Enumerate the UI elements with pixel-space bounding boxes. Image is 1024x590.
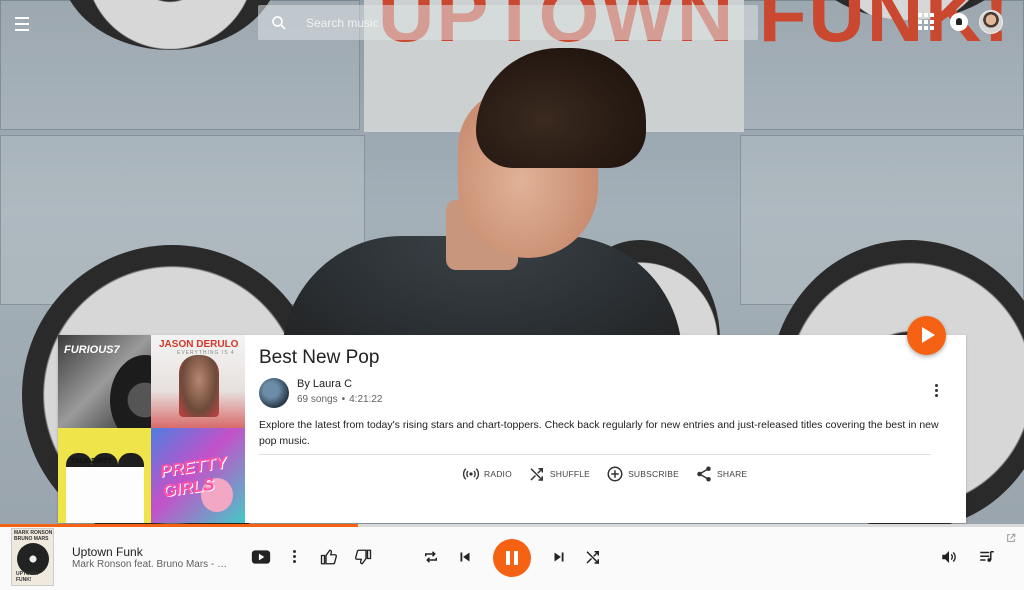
top-bar bbox=[0, 0, 1024, 44]
pause-icon bbox=[506, 551, 510, 565]
shuffle-toggle-icon[interactable] bbox=[583, 548, 603, 566]
subscribe-icon bbox=[607, 466, 623, 482]
pause-button[interactable] bbox=[493, 539, 531, 577]
playlist-description: Explore the latest from today's rising s… bbox=[259, 419, 939, 447]
shuffle-icon bbox=[530, 468, 543, 481]
radio-icon bbox=[462, 468, 480, 480]
subscribe-button[interactable]: SUBSCRIBE bbox=[606, 465, 679, 483]
playback-progress-bar[interactable] bbox=[0, 524, 1024, 527]
next-track-icon[interactable] bbox=[549, 548, 569, 566]
album-art-furious7: FURIOUS7 bbox=[58, 335, 151, 428]
youtube-icon[interactable] bbox=[251, 548, 271, 566]
now-playing-artist[interactable]: Mark Ronson feat. Bruno Mars - Uptown Sp… bbox=[72, 559, 232, 570]
volume-icon[interactable] bbox=[939, 548, 959, 566]
shuffle-label: SHUFFLE bbox=[549, 469, 591, 479]
search-bar[interactable] bbox=[258, 5, 758, 40]
notifications-icon[interactable] bbox=[950, 13, 968, 31]
album-art-graphic bbox=[118, 453, 144, 523]
playlist-title: Best New Pop bbox=[259, 347, 380, 368]
thumbs-up-icon[interactable] bbox=[319, 548, 339, 566]
album-art-graphic bbox=[110, 355, 151, 428]
playlist-meta: 69 songs • 4:21:22 bbox=[297, 394, 382, 405]
queue-icon[interactable] bbox=[977, 548, 997, 566]
playback-progress-fill bbox=[0, 524, 359, 527]
search-icon[interactable] bbox=[270, 14, 288, 32]
repeat-icon[interactable] bbox=[421, 548, 441, 566]
album-art-jason-derulo: JASON DERULO EVERYTHING IS 4 bbox=[151, 335, 245, 428]
radio-label: RADIO bbox=[484, 469, 512, 479]
meta-separator: • bbox=[341, 394, 346, 405]
owner-avatar[interactable] bbox=[259, 378, 289, 408]
share-icon bbox=[697, 466, 711, 482]
popout-icon[interactable] bbox=[1006, 533, 1016, 543]
album-art-pretty-girls: PRETTY GIRLS bbox=[151, 428, 245, 523]
thumbs-down-icon[interactable] bbox=[353, 548, 373, 566]
song-count: 69 songs bbox=[297, 394, 338, 405]
share-label: SHARE bbox=[717, 469, 748, 479]
album-art-graphic bbox=[179, 355, 219, 417]
subscribe-label: SUBSCRIBE bbox=[628, 469, 679, 479]
playlist-owner[interactable]: By Laura C bbox=[297, 378, 352, 390]
play-playlist-button[interactable] bbox=[907, 316, 946, 355]
divider bbox=[259, 454, 931, 455]
menu-icon[interactable] bbox=[10, 10, 34, 34]
apps-grid-icon[interactable] bbox=[918, 13, 936, 31]
account-avatar[interactable] bbox=[979, 10, 1003, 34]
now-playing-album-art[interactable]: MARK RONSON BRUNO MARS UPTOWN FUNK! bbox=[11, 528, 54, 586]
search-input[interactable] bbox=[306, 7, 726, 38]
shuffle-button[interactable]: SHUFFLE bbox=[528, 465, 590, 483]
album-art-label: UPTOWN FUNK! bbox=[16, 571, 39, 583]
playlist-collage[interactable]: FURIOUS7 JASON DERULO EVERYTHING IS 4 TA… bbox=[58, 335, 245, 523]
album-art-label: MARK RONSON BRUNO MARS bbox=[14, 530, 53, 542]
pause-icon bbox=[514, 551, 518, 565]
track-more-options-icon[interactable] bbox=[289, 550, 299, 564]
playlist-duration: 4:21:22 bbox=[349, 394, 383, 405]
now-playing-title[interactable]: Uptown Funk bbox=[72, 545, 143, 559]
playlist-actions: RADIO SHUFFLE SUBSCRIBE SHARE bbox=[462, 465, 763, 483]
playlist-card: FURIOUS7 JASON DERULO EVERYTHING IS 4 TA… bbox=[58, 335, 966, 523]
album-art-label: JASON DERULO bbox=[159, 339, 239, 350]
share-button[interactable]: SHARE bbox=[695, 465, 747, 483]
radio-button[interactable]: RADIO bbox=[462, 465, 512, 483]
album-art-label: FURIOUS7 bbox=[64, 344, 120, 356]
album-art-label: TALK DIRTY bbox=[71, 458, 113, 465]
album-art-talk-dirty: TALK DIRTY bbox=[58, 428, 151, 523]
more-options-icon[interactable] bbox=[930, 384, 942, 400]
previous-track-icon[interactable] bbox=[455, 548, 475, 566]
